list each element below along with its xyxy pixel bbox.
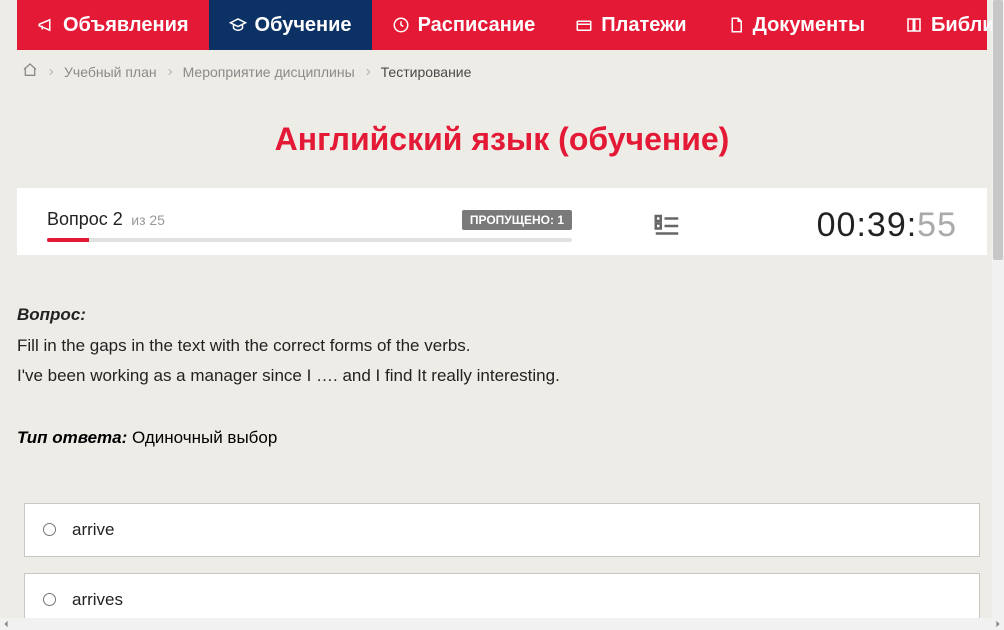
progress-card: Вопрос 2 из 25 ПРОПУЩЕНО: 1 00:39:55 xyxy=(17,188,987,255)
scrollbar-thumb[interactable] xyxy=(993,0,1003,260)
question-list-icon[interactable] xyxy=(652,211,682,241)
megaphone-icon xyxy=(37,16,55,34)
nav-label: Объявления xyxy=(63,14,189,37)
main-nav: Объявления Обучение Расписание Платежи xyxy=(17,0,987,50)
scroll-left-button[interactable] xyxy=(0,618,12,630)
nav-learning[interactable]: Обучение xyxy=(209,0,372,50)
scroll-right-button[interactable] xyxy=(992,618,1004,630)
nav-label: Документы xyxy=(753,14,865,37)
timer: 00:39:55 xyxy=(817,206,957,245)
option-label: arrive xyxy=(72,520,115,540)
nav-payments[interactable]: Платежи xyxy=(555,0,706,50)
clock-icon xyxy=(392,16,410,34)
question-heading: Вопрос: xyxy=(17,305,987,325)
breadcrumb-current: Тестирование xyxy=(381,64,472,80)
answer-type-value: Одиночный выбор xyxy=(132,428,277,447)
home-icon[interactable] xyxy=(22,62,38,81)
breadcrumb-link[interactable]: Мероприятие дисциплины xyxy=(183,64,355,80)
document-icon xyxy=(727,16,745,34)
graduation-icon xyxy=(229,16,247,34)
breadcrumb: Учебный план Мероприятие дисциплины Тест… xyxy=(17,50,987,93)
question-number: Вопрос 2 xyxy=(47,209,123,229)
chevron-right-icon xyxy=(165,64,175,80)
option-label: arrives xyxy=(72,590,123,610)
option-row[interactable]: arrives xyxy=(24,573,980,618)
nav-library[interactable]: Библиотека xyxy=(885,0,1004,50)
breadcrumb-link[interactable]: Учебный план xyxy=(64,64,157,80)
progress-bar-fill xyxy=(47,238,89,242)
answer-type: Тип ответа: Одиночный выбор xyxy=(17,428,987,448)
nav-announcements[interactable]: Объявления xyxy=(17,0,209,50)
nav-label: Обучение xyxy=(255,14,352,37)
page-title: Английский язык (обучение) xyxy=(17,121,987,158)
payment-icon xyxy=(575,16,593,34)
horizontal-scrollbar[interactable] xyxy=(0,618,1004,630)
book-icon xyxy=(905,16,923,34)
nav-label: Платежи xyxy=(601,14,686,37)
skipped-badge: ПРОПУЩЕНО: 1 xyxy=(462,210,572,230)
progress-bar xyxy=(47,238,572,242)
chevron-right-icon xyxy=(363,64,373,80)
question-area: Вопрос: Fill in the gaps in the text wit… xyxy=(17,255,987,618)
nav-schedule[interactable]: Расписание xyxy=(372,0,556,50)
question-text-line: Fill in the gaps in the text with the co… xyxy=(17,333,987,359)
nav-documents[interactable]: Документы xyxy=(707,0,885,50)
vertical-scrollbar[interactable] xyxy=(992,0,1004,618)
answer-type-label: Тип ответа: xyxy=(17,428,127,447)
nav-label: Расписание xyxy=(418,14,536,37)
option-row[interactable]: arrive xyxy=(24,503,980,557)
question-total: из 25 xyxy=(131,212,165,228)
scrollbar-track[interactable] xyxy=(24,618,980,630)
option-radio[interactable] xyxy=(43,593,56,606)
question-text-line: I've been working as a manager since I …… xyxy=(17,363,987,389)
chevron-right-icon xyxy=(46,64,56,80)
option-radio[interactable] xyxy=(43,523,56,536)
options-list: arrive arrives xyxy=(17,503,987,618)
